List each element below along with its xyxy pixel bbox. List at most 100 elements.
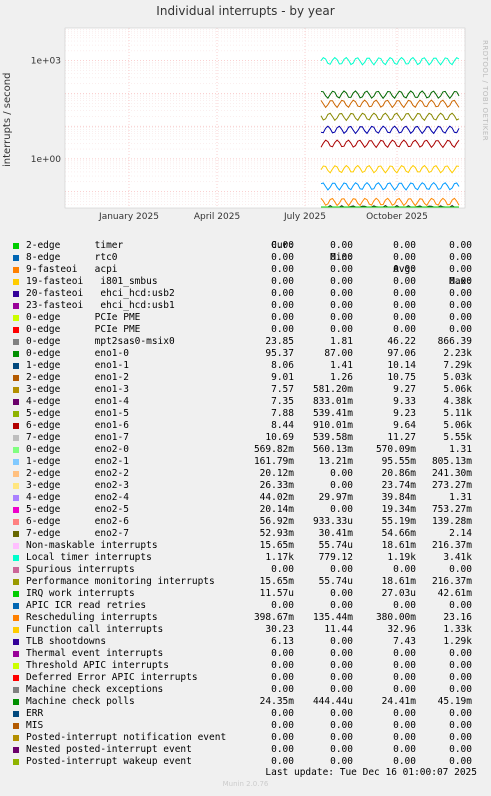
legend-label: IRQ work interrupts [26, 588, 135, 599]
legend-max-value: 216.37m [431, 540, 472, 551]
legend-swatch [13, 483, 19, 489]
legend-swatch [13, 387, 19, 393]
legend-swatch [13, 435, 19, 441]
legend-min-value: 0.00 [330, 720, 353, 731]
legend-min-value: 910.01m [312, 420, 353, 431]
legend-max-value: 0.00 [449, 672, 472, 683]
legend-label: Machine check polls [26, 696, 135, 707]
legend-max-value: 0.00 [449, 276, 472, 287]
legend-max-value: 0.00 [449, 660, 472, 671]
legend-label: Threshold APIC interrupts [26, 660, 169, 671]
legend-swatch [13, 519, 19, 525]
x-tick-label: October 2025 [366, 212, 428, 222]
legend-row: TLB shootdowns 6.13 0.00 7.43 1.29k [12, 636, 482, 648]
legend-max-value: 0.00 [449, 744, 472, 755]
legend-label: Nested posted-interrupt event [26, 744, 192, 755]
legend-max-value: 0.00 [449, 300, 472, 311]
legend-label: 0-edge eno2-0 [26, 444, 129, 455]
legend-max-value: 0.00 [449, 684, 472, 695]
legend-row: APIC ICR read retries 0.00 0.00 0.00 0.00 [12, 600, 482, 612]
legend-max-value: 0.00 [449, 252, 472, 263]
legend-label: 7-edge eno1-7 [26, 432, 129, 443]
legend-min-value: 539.41m [312, 408, 353, 419]
legend-row: 4-edge eno2-4 44.02m 29.97m 39.84m 1.31 [12, 492, 482, 504]
legend-min-value: 0.00 [330, 672, 353, 683]
legend-label: Posted-interrupt wakeup event [26, 756, 192, 767]
chart-plot: 1e-031e+001e+03January 2025April 2025Jul… [31, 27, 466, 222]
legend-label: 6-edge eno1-6 [26, 420, 129, 431]
legend-max-value: 7.29k [443, 360, 472, 371]
legend-min-value: 0.00 [330, 312, 353, 323]
legend-min-value: 1.26 [330, 372, 353, 383]
legend-swatch [13, 591, 19, 597]
legend-row: Nested posted-interrupt event 0.00 0.00 0.0… [12, 744, 482, 756]
legend-row: 5-edge eno1-5 7.88 539.41m 9.23 5.11k [12, 408, 482, 420]
footer-version: Munin 2.0.76 [222, 780, 269, 788]
legend-swatch [13, 327, 19, 333]
legend-label: ERR [26, 708, 44, 719]
legend-min-value: 0.00 [330, 684, 353, 695]
legend-swatch [13, 543, 19, 549]
legend-swatch [13, 675, 19, 681]
legend-swatch [13, 555, 19, 561]
legend-label: 3-edge eno1-3 [26, 384, 129, 395]
legend-swatch [13, 339, 19, 345]
legend-label: Function call interrupts [26, 624, 164, 635]
legend-max-value: 1.29k [443, 636, 472, 647]
legend-label: 6-edge eno2-6 [26, 516, 129, 527]
x-tick-label: July 2025 [283, 212, 326, 222]
legend-row: 6-edge eno1-6 8.44 910.01m 9.64 5.06k [12, 420, 482, 432]
legend-max-value: 216.37m [431, 576, 472, 587]
x-tick-label: January 2025 [98, 212, 159, 222]
legend-label: 3-edge eno2-3 [26, 480, 129, 491]
legend-min-value: 833.01m [312, 396, 353, 407]
last-update: Last update: Tue Dec 16 01:00:07 2025 [265, 767, 477, 778]
legend-min-value: 0.00 [330, 660, 353, 671]
legend-label: MIS [26, 720, 44, 731]
legend-label: 7-edge eno2-7 [26, 528, 129, 539]
legend-max-value: 23.16 [443, 612, 472, 623]
legend-min-value: 0.00 [330, 504, 353, 515]
legend-min-value: 0.00 [330, 300, 353, 311]
legend-label: 2-edge eno2-2 [26, 468, 129, 479]
legend-row: Function call interrupts 30.23 11.44 32.96 1… [12, 624, 482, 636]
legend-swatch [13, 651, 19, 657]
legend-row: Non-maskable interrupts 15.65m 55.74u 18.61… [12, 540, 482, 552]
legend-row: 2-edge eno2-2 20.12m 0.00 20.86m 241.30m [12, 468, 482, 480]
legend-label: Thermal event interrupts [26, 648, 164, 659]
legend-label: 4-edge eno1-4 [26, 396, 129, 407]
legend-row: 20-fasteoi ehci_hcd:usb2 0.00 0.00 0.00 0.00 [12, 288, 482, 300]
legend-min-value: 0.00 [330, 276, 353, 287]
legend-label: Deferred Error APIC interrupts [26, 672, 198, 683]
legend-max-value: 0.00 [449, 324, 472, 335]
legend-swatch [13, 423, 19, 429]
legend-swatch [13, 399, 19, 405]
legend-swatch [13, 303, 19, 309]
legend-max-value: 1.31 [449, 444, 472, 455]
legend-min-value: 560.13m [312, 444, 353, 455]
legend-swatch [13, 627, 19, 633]
legend-row: IRQ work interrupts 11.57u 0.00 27.03u 42.61… [12, 588, 482, 600]
legend-swatch [13, 243, 19, 249]
x-tick-label: April 2025 [194, 212, 240, 222]
legend-label: Non-maskable interrupts [26, 540, 158, 551]
legend-row: Posted-interrupt notification event 0.00 0… [12, 732, 482, 744]
legend-row: Threshold APIC interrupts 0.00 0.00 0.00 0.0… [12, 660, 482, 672]
legend-swatch [13, 471, 19, 477]
legend-swatch [13, 723, 19, 729]
legend-min-value: 29.97m [318, 492, 353, 503]
legend-max-value: 0.00 [449, 240, 472, 251]
legend-label: 0-edge eno1-0 [26, 348, 129, 359]
legend-min-value: 0.00 [330, 264, 353, 275]
legend-row: 8-edge rtc0 0.00 0.00 0.00 0.00 [12, 252, 482, 264]
legend-swatch [13, 507, 19, 513]
legend-swatch [13, 687, 19, 693]
legend-label: 1-edge eno1-1 [26, 360, 129, 371]
legend-min-value: 0.00 [330, 744, 353, 755]
legend-row: 3-edge eno1-3 7.57 581.20m 9.27 5.06k [12, 384, 482, 396]
legend-row: 0-edge PCIe PME 0.00 0.00 0.00 0.00 [12, 324, 482, 336]
legend-label: Posted-interrupt notification event [26, 732, 227, 743]
legend-row: 23-fasteoi ehci_hcd:usb1 0.00 0.00 0.00 0.00 [12, 300, 482, 312]
legend-label: Spurious interrupts [26, 564, 135, 575]
legend-label: 0-edge PCIe PME [26, 324, 141, 335]
